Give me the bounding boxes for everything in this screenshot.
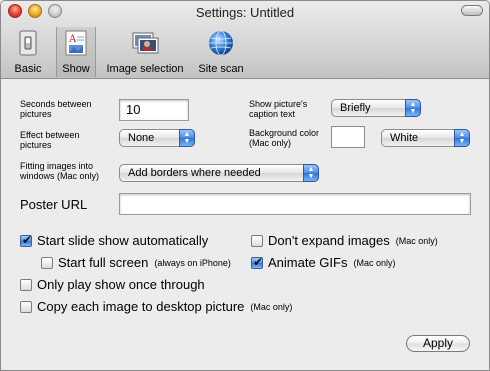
toolbar-show-label: Show: [62, 63, 90, 75]
dont-expand-note: (Mac only): [395, 235, 438, 246]
copy-desktop-note: (Mac only): [250, 301, 293, 312]
animate-gifs-checkbox[interactable]: [251, 255, 263, 269]
background-label: Background color (Mac only): [249, 128, 320, 148]
copy-desktop-option[interactable]: Copy each image to desktop picture (Mac …: [20, 299, 292, 314]
toolbar-show[interactable]: A Show: [56, 27, 96, 77]
caption-select-value: Briefly: [340, 102, 371, 114]
toolbar-basic-label: Basic: [14, 63, 42, 75]
full-screen-label: Start full screen: [58, 255, 149, 270]
animate-gifs-label: Animate GIFs: [268, 255, 348, 270]
dont-expand-option[interactable]: Don't expand images (Mac only): [251, 233, 438, 248]
seconds-label: Seconds between pictures: [20, 99, 92, 119]
svg-text:A: A: [68, 34, 77, 45]
start-auto-checkbox[interactable]: [20, 233, 32, 247]
start-auto-option[interactable]: Start slide show automatically: [20, 233, 208, 248]
toolbar-toggle-button[interactable]: [461, 5, 483, 16]
poster-url-label: Poster URL: [20, 197, 88, 212]
toolbar-site-scan[interactable]: Site scan: [193, 27, 249, 77]
chevron-updown-icon: ▲ ▼: [454, 129, 470, 147]
full-screen-checkbox[interactable]: [41, 256, 53, 269]
background-select[interactable]: White ▲ ▼: [381, 129, 470, 147]
seconds-input[interactable]: 10: [119, 99, 189, 121]
globe-icon: [209, 30, 233, 56]
effect-select-value: None: [128, 132, 155, 144]
effect-select[interactable]: None ▲ ▼: [119, 129, 195, 147]
fitting-select[interactable]: Add borders where needed ▲ ▼: [119, 164, 319, 182]
play-once-label: Only play show once through: [37, 277, 205, 292]
chevron-updown-icon: ▲ ▼: [303, 164, 319, 182]
switch-icon: [19, 30, 37, 56]
background-select-value: White: [390, 132, 419, 144]
toolbar-basic[interactable]: Basic: [7, 27, 49, 77]
play-once-checkbox[interactable]: [20, 278, 32, 291]
background-color-well[interactable]: [331, 126, 365, 148]
poster-url-input[interactable]: [119, 193, 471, 215]
dont-expand-checkbox[interactable]: [251, 234, 263, 247]
copy-desktop-checkbox[interactable]: [20, 300, 32, 313]
full-screen-note: (always on iPhone): [154, 257, 231, 268]
photos-icon: [132, 32, 159, 54]
fitting-label: Fitting images into windows (Mac only): [20, 161, 100, 181]
caption-label: Show picture's caption text: [249, 99, 308, 119]
effect-label: Effect between pictures: [20, 130, 80, 150]
settings-window: Settings: Untitled Basic A Show Image se…: [0, 0, 490, 371]
animate-gifs-note: (Mac only): [353, 257, 396, 268]
fitting-select-value: Add borders where needed: [128, 167, 261, 179]
start-auto-label: Start slide show automatically: [37, 233, 209, 248]
chevron-updown-icon: ▲ ▼: [405, 99, 421, 117]
play-once-option[interactable]: Only play show once through: [20, 277, 205, 292]
toolbar-image-selection[interactable]: Image selection: [99, 27, 191, 77]
animate-gifs-option[interactable]: Animate GIFs (Mac only): [251, 255, 395, 270]
full-screen-option[interactable]: Start full screen (always on iPhone): [41, 255, 231, 270]
apply-button[interactable]: Apply: [406, 335, 470, 352]
toolbar-site-scan-label: Site scan: [198, 63, 244, 75]
toolbar-image-selection-label: Image selection: [106, 63, 184, 75]
slideshow-document-icon: A: [65, 30, 87, 56]
chevron-updown-icon: ▲ ▼: [179, 129, 195, 147]
caption-select[interactable]: Briefly ▲ ▼: [331, 99, 421, 117]
window-title: Settings: Untitled: [195, 5, 295, 20]
copy-desktop-label: Copy each image to desktop picture: [37, 299, 245, 314]
title-toolbar: Settings: Untitled Basic A Show Image se…: [1, 1, 489, 79]
dont-expand-label: Don't expand images: [268, 233, 390, 248]
